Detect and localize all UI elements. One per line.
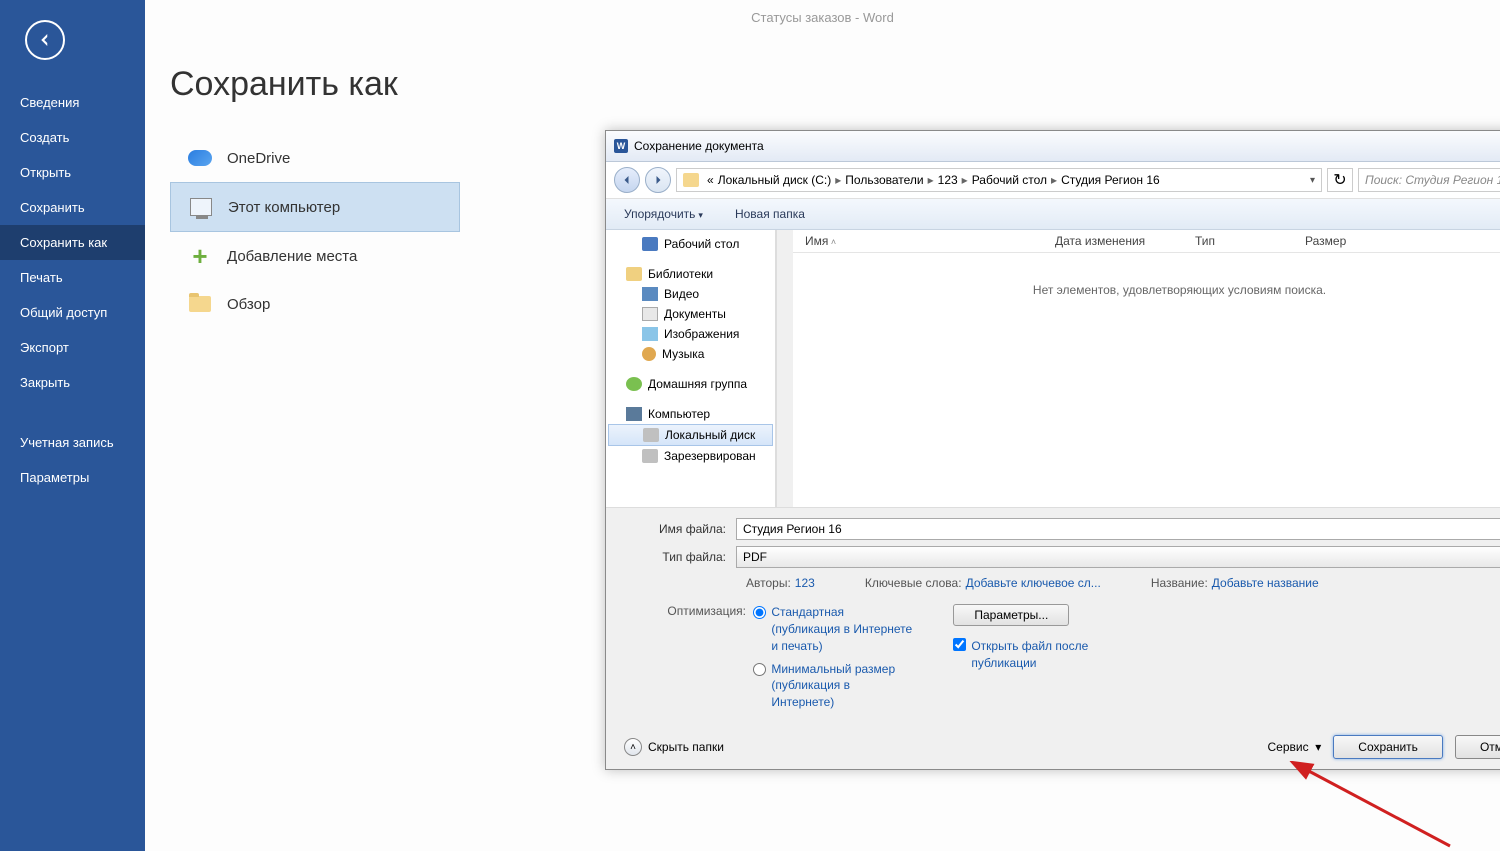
bc-part[interactable]: Локальный диск (C:) — [718, 173, 832, 187]
dialog-title: Сохранение документа — [634, 139, 764, 153]
nav-close[interactable]: Закрыть — [0, 365, 145, 400]
folder-tree: Рабочий стол Библиотеки Видео Документы … — [606, 230, 776, 507]
option-label: Этот компьютер — [228, 199, 340, 216]
nav-print[interactable]: Печать — [0, 260, 145, 295]
bc-part[interactable]: 123 — [938, 173, 958, 187]
option-add-place[interactable]: + Добавление места — [170, 232, 460, 280]
word-icon: W — [614, 139, 628, 153]
optimization-label: Оптимизация: — [666, 604, 746, 618]
tree-computer[interactable]: Компьютер — [606, 404, 775, 424]
app-title: Статусы заказов - Word — [145, 0, 1500, 30]
col-name[interactable]: Имя — [793, 234, 1043, 248]
radio-standard[interactable] — [753, 606, 766, 619]
col-type[interactable]: Тип — [1183, 234, 1293, 248]
organize-button[interactable]: Упорядочить▾ — [618, 205, 709, 223]
option-onedrive[interactable]: OneDrive — [170, 134, 460, 182]
filetype-select[interactable]: PDF▾ — [736, 546, 1500, 568]
backstage-sidebar: Сведения Создать Открыть Сохранить Сохра… — [0, 0, 145, 851]
nav-account[interactable]: Учетная запись — [0, 425, 145, 460]
folder-icon — [683, 173, 699, 187]
service-menu[interactable]: Сервис ▾ — [1268, 740, 1322, 754]
tree-homegroup[interactable]: Домашняя группа — [606, 374, 775, 394]
option-this-pc[interactable]: Этот компьютер — [170, 182, 460, 232]
title-label: Название: — [1151, 576, 1208, 590]
annotation-arrow — [1260, 761, 1460, 851]
hide-folders-button[interactable]: ˄ Скрыть папки — [624, 738, 724, 756]
title-value[interactable]: Добавьте название — [1212, 576, 1319, 590]
bc-part[interactable]: Пользователи — [845, 173, 923, 187]
nav-export[interactable]: Экспорт — [0, 330, 145, 365]
dialog-titlebar[interactable]: W Сохранение документа X — [606, 131, 1500, 162]
nav-options[interactable]: Параметры — [0, 460, 145, 495]
option-label: OneDrive — [227, 150, 290, 167]
tree-libraries[interactable]: Библиотеки — [606, 264, 775, 284]
breadcrumb[interactable]: « Локальный диск (C:)▸ Пользователи▸ 123… — [676, 168, 1322, 192]
open-after-checkbox[interactable] — [953, 638, 966, 651]
folder-icon — [189, 296, 211, 312]
authors-value[interactable]: 123 — [795, 576, 815, 590]
tree-documents[interactable]: Документы — [606, 304, 775, 324]
nav-new[interactable]: Создать — [0, 120, 145, 155]
col-size[interactable]: Размер — [1293, 234, 1373, 248]
tree-scrollbar[interactable] — [776, 230, 793, 507]
nav-open[interactable]: Открыть — [0, 155, 145, 190]
option-label: Обзор — [227, 296, 270, 313]
filename-label: Имя файла: — [626, 522, 736, 536]
cloud-icon — [188, 150, 212, 166]
main-panel: Статусы заказов - Word Сохранить как One… — [145, 0, 1500, 851]
col-date[interactable]: Дата изменения — [1043, 234, 1183, 248]
save-button[interactable]: Сохранить — [1333, 735, 1443, 759]
option-label: Добавление места — [227, 248, 357, 265]
search-input[interactable]: Поиск: Студия Регион 16 🔍 — [1358, 168, 1500, 192]
filename-input[interactable] — [736, 518, 1500, 540]
cancel-button[interactable]: Отмена — [1455, 735, 1500, 759]
parameters-button[interactable]: Параметры... — [953, 604, 1069, 626]
computer-icon — [190, 198, 212, 216]
nav-save-as[interactable]: Сохранить как — [0, 225, 145, 260]
tree-desktop[interactable]: Рабочий стол — [606, 234, 775, 254]
tree-local-disk[interactable]: Локальный диск — [608, 424, 773, 446]
nav-share[interactable]: Общий доступ — [0, 295, 145, 330]
tree-images[interactable]: Изображения — [606, 324, 775, 344]
radio-minimal[interactable] — [753, 663, 766, 676]
plus-icon: + — [192, 241, 207, 272]
nav-forward-button[interactable] — [645, 167, 671, 193]
nav-back-button[interactable] — [614, 167, 640, 193]
bc-part[interactable]: Рабочий стол — [972, 173, 1047, 187]
authors-label: Авторы: — [746, 576, 791, 590]
refresh-button[interactable]: ↻ — [1327, 168, 1353, 192]
nav-info[interactable]: Сведения — [0, 85, 145, 120]
empty-message: Нет элементов, удовлетворяющих условиям … — [793, 283, 1500, 297]
tree-music[interactable]: Музыка — [606, 344, 775, 364]
page-title: Сохранить как — [170, 65, 1500, 104]
keywords-value[interactable]: Добавьте ключевое сл... — [966, 576, 1101, 590]
file-list[interactable]: Имя Дата изменения Тип Размер Нет элемен… — [793, 230, 1500, 507]
bc-part[interactable]: Студия Регион 16 — [1061, 173, 1160, 187]
save-dialog: W Сохранение документа X « Локальный дис… — [605, 130, 1500, 770]
back-button[interactable] — [25, 20, 65, 60]
keywords-label: Ключевые слова: — [865, 576, 962, 590]
tree-reserved[interactable]: Зарезервирован — [606, 446, 775, 466]
option-browse[interactable]: Обзор — [170, 280, 460, 328]
new-folder-button[interactable]: Новая папка — [729, 205, 811, 223]
filetype-label: Тип файла: — [626, 550, 736, 564]
chevron-up-icon: ˄ — [624, 738, 642, 756]
nav-save[interactable]: Сохранить — [0, 190, 145, 225]
tree-video[interactable]: Видео — [606, 284, 775, 304]
